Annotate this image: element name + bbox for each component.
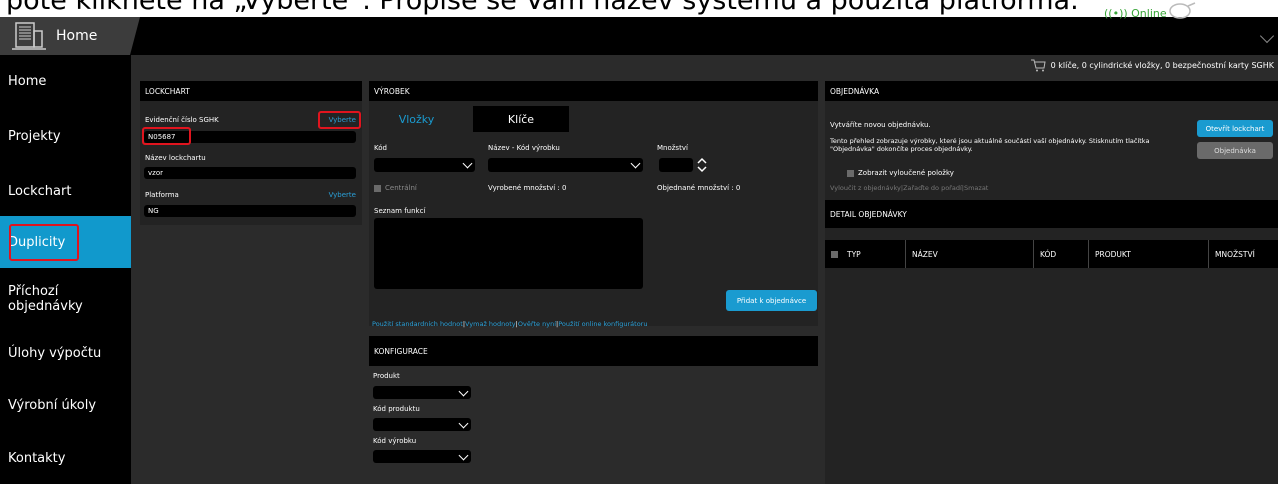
name-code-label: Název - Kód výrobku bbox=[488, 144, 560, 152]
cart-summary[interactable]: 0 klíče, 0 cylindrické vložky, 0 bezpečn… bbox=[1030, 59, 1274, 72]
highlight-box bbox=[318, 111, 361, 129]
tab-keys[interactable]: Klíče bbox=[473, 106, 569, 132]
config-product-code-select[interactable] bbox=[373, 418, 471, 431]
config-title: KONFIGURACE bbox=[369, 336, 818, 366]
sidebar-item-incoming-orders[interactable]: Příchozí objednávky bbox=[0, 273, 131, 325]
order-table-header: TYP NÁZEV KÓD PRODUKT MNOŽSTVÍ bbox=[825, 240, 1278, 268]
config-item-code-label: Kód výrobku bbox=[373, 437, 417, 445]
home-tab[interactable]: Home bbox=[0, 17, 140, 55]
lockchart-name-field[interactable]: vzor bbox=[144, 167, 356, 179]
sidebar-item-calculation-tasks[interactable]: Úlohy výpočtu bbox=[0, 327, 131, 379]
highlight-box bbox=[142, 127, 191, 145]
column-quantity[interactable]: MNOŽSTVÍ bbox=[1208, 240, 1278, 268]
order-title: OBJEDNÁVKA bbox=[825, 81, 1278, 101]
code-label: Kód bbox=[374, 144, 387, 152]
lockchart-name-label: Název lockchartu bbox=[145, 154, 206, 162]
sidebar-item-lockchart[interactable]: Lockchart bbox=[0, 165, 131, 217]
central-checkbox[interactable] bbox=[374, 185, 381, 192]
sidebar-item-projects[interactable]: Projekty bbox=[0, 110, 131, 162]
top-header: Home ((•)) Online bbox=[0, 2, 1278, 55]
quantity-stepper[interactable] bbox=[659, 158, 693, 172]
quantity-label: Množství bbox=[657, 144, 688, 152]
select-all-checkbox[interactable] bbox=[831, 251, 838, 258]
instruction-caption: poté klikněte na „Vyberte“. Propíše se V… bbox=[6, 0, 1079, 16]
functions-label: Seznam funkcí bbox=[374, 207, 426, 215]
chevron-down-icon bbox=[458, 418, 469, 429]
order-info-text: Tento přehled zobrazuje výrobky, které j… bbox=[830, 137, 1150, 154]
main-area: 0 klíče, 0 cylindrické vložky, 0 bezpečn… bbox=[131, 55, 1278, 484]
new-order-text: Vytváříte novou objednávku. bbox=[830, 121, 931, 129]
platform-select-link[interactable]: Vyberte bbox=[329, 191, 356, 199]
order-panel: OBJEDNÁVKA Vytváříte novou objednávku. T… bbox=[825, 81, 1278, 484]
config-product-select[interactable] bbox=[373, 386, 471, 399]
platform-field[interactable]: NG bbox=[144, 205, 356, 217]
config-product-label: Produkt bbox=[373, 372, 400, 380]
code-select[interactable] bbox=[374, 158, 475, 172]
tab-inserts[interactable]: Vložky bbox=[369, 106, 464, 132]
highlight-box bbox=[9, 224, 79, 261]
sidebar-item-production-tasks[interactable]: Výrobní úkoly bbox=[0, 379, 131, 431]
use-defaults-link[interactable]: Použití standardních hodnot bbox=[372, 320, 463, 328]
show-excluded-checkbox[interactable] bbox=[847, 170, 854, 177]
lockchart-title: LOCKCHART bbox=[140, 81, 362, 101]
central-label: Centrální bbox=[385, 184, 417, 192]
verify-now-link[interactable]: Ověřte nyní bbox=[518, 320, 556, 328]
lockchart-panel: LOCKCHART Evidenční číslo SGHK Vyberte N… bbox=[140, 81, 362, 225]
online-configurator-link[interactable]: Použití online konfigurátoru bbox=[558, 320, 647, 328]
cart-icon bbox=[1030, 59, 1046, 72]
config-product-code-label: Kód produktu bbox=[373, 405, 420, 413]
sidebar: Home Projekty Lockchart Duplicity Přícho… bbox=[0, 55, 131, 484]
name-code-select[interactable] bbox=[488, 158, 643, 172]
sghk-label: Evidenční číslo SGHK bbox=[145, 116, 219, 124]
delete-link[interactable]: Smazat bbox=[964, 184, 988, 192]
platform-label: Platforma bbox=[145, 191, 179, 199]
sidebar-item-contacts[interactable]: Kontakty bbox=[0, 432, 131, 484]
show-excluded-label: Zobrazit vyloučené položky bbox=[858, 169, 954, 177]
column-type[interactable]: TYP bbox=[841, 240, 905, 268]
clear-values-link[interactable]: Vymaž hodnoty bbox=[465, 320, 516, 328]
user-icon[interactable] bbox=[1168, 1, 1196, 21]
produced-quantity: Vyrobené množství : 0 bbox=[488, 184, 567, 192]
order-button[interactable]: Objednávka bbox=[1197, 142, 1273, 159]
add-to-order-button[interactable]: Přidat k objednávce bbox=[726, 290, 817, 311]
functions-list[interactable] bbox=[374, 218, 643, 289]
product-panel: VÝROBEK Vložky Klíče Kód Název - Kód výr… bbox=[369, 81, 818, 326]
order-actions: Vyloučit z objednávky|Zařaďte do pořadí|… bbox=[830, 184, 989, 192]
sidebar-item-home[interactable]: Home bbox=[0, 55, 131, 107]
chevron-down-icon[interactable] bbox=[1259, 28, 1275, 44]
building-icon bbox=[12, 22, 46, 50]
config-item-code-select[interactable] bbox=[373, 450, 471, 463]
column-product[interactable]: PRODUKT bbox=[1088, 240, 1208, 268]
open-lockchart-button[interactable]: Otevřít lockchart bbox=[1197, 120, 1273, 137]
queue-link[interactable]: Zařaďte do pořadí bbox=[903, 184, 962, 192]
home-tab-label: Home bbox=[56, 28, 98, 44]
product-title: VÝROBEK bbox=[369, 81, 818, 101]
chevron-down-icon bbox=[458, 450, 469, 461]
ordered-quantity: Objednané množství : 0 bbox=[657, 184, 741, 192]
cart-text: 0 klíče, 0 cylindrické vložky, 0 bezpečn… bbox=[1050, 61, 1274, 70]
chevron-down-icon bbox=[462, 158, 473, 169]
column-code[interactable]: KÓD bbox=[1033, 240, 1088, 268]
chevron-down-icon bbox=[630, 158, 641, 169]
product-actions: Použití standardních hodnot|Vymaž hodnot… bbox=[372, 320, 648, 328]
chevron-down-icon bbox=[458, 386, 469, 397]
online-status: ((•)) Online bbox=[1104, 7, 1167, 20]
stepper-arrows-icon[interactable] bbox=[697, 156, 707, 174]
column-name[interactable]: NÁZEV bbox=[905, 240, 1033, 268]
exclude-link[interactable]: Vyloučit z objednávky bbox=[830, 184, 901, 192]
order-detail-title: DETAIL OBJEDNÁVKY bbox=[825, 200, 1278, 228]
